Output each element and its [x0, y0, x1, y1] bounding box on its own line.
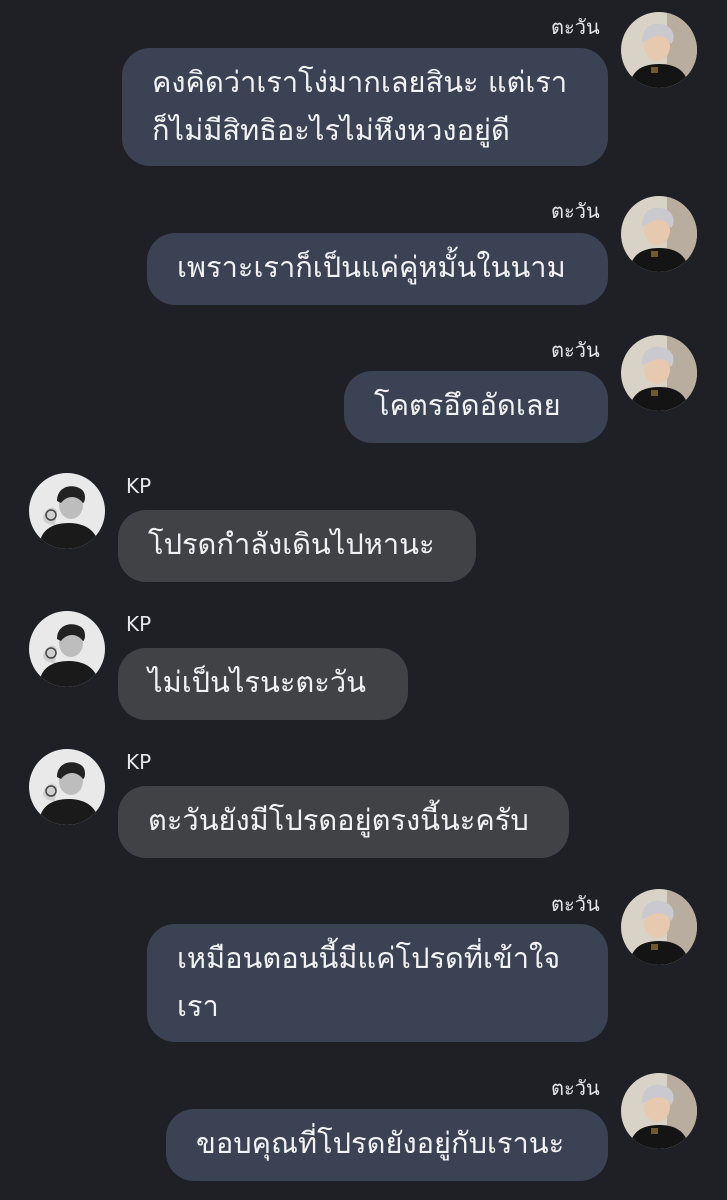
- message-bubble[interactable]: ไม่เป็นไรนะตะวัน: [118, 648, 408, 720]
- sender-name: KP: [126, 750, 152, 774]
- sender-name: ตะวัน: [551, 15, 600, 39]
- user-avatar-icon[interactable]: [621, 196, 697, 272]
- sender-name: ตะวัน: [551, 892, 600, 916]
- contact-avatar-icon[interactable]: [29, 749, 105, 825]
- sender-name: ตะวัน: [551, 1076, 600, 1100]
- sender-name: KP: [126, 612, 152, 636]
- contact-avatar-icon[interactable]: [29, 473, 105, 549]
- chat-thread[interactable]: ตะวัน คงคิดว่าเราโง่มากเลยสินะ แต่เรา ก็…: [0, 0, 727, 1200]
- message-bubble[interactable]: โคตรอึดอัดเลย: [344, 371, 608, 443]
- message-bubble[interactable]: คงคิดว่าเราโง่มากเลยสินะ แต่เรา ก็ไม่มีส…: [122, 48, 608, 166]
- message-bubble[interactable]: ขอบคุณที่โปรดยังอยู่กับเรานะ: [166, 1109, 608, 1181]
- sender-name: KP: [126, 474, 152, 498]
- user-avatar-icon[interactable]: [621, 1073, 697, 1149]
- message-bubble[interactable]: ตะวันยังมีโปรดอยู่ตรงนี้นะครับ: [118, 786, 569, 858]
- user-avatar-icon[interactable]: [621, 889, 697, 965]
- user-avatar-icon[interactable]: [621, 335, 697, 411]
- sender-name: ตะวัน: [551, 338, 600, 362]
- message-bubble[interactable]: เพราะเราก็เป็นแค่คู่หมั้นในนาม: [147, 233, 608, 305]
- message-bubble[interactable]: โปรดกำลังเดินไปหานะ: [118, 510, 476, 582]
- message-bubble[interactable]: เหมือนตอนนี้มีแค่โปรดที่เข้าใจ เรา: [147, 924, 608, 1042]
- user-avatar-icon[interactable]: [621, 12, 697, 88]
- contact-avatar-icon[interactable]: [29, 611, 105, 687]
- sender-name: ตะวัน: [551, 199, 600, 223]
